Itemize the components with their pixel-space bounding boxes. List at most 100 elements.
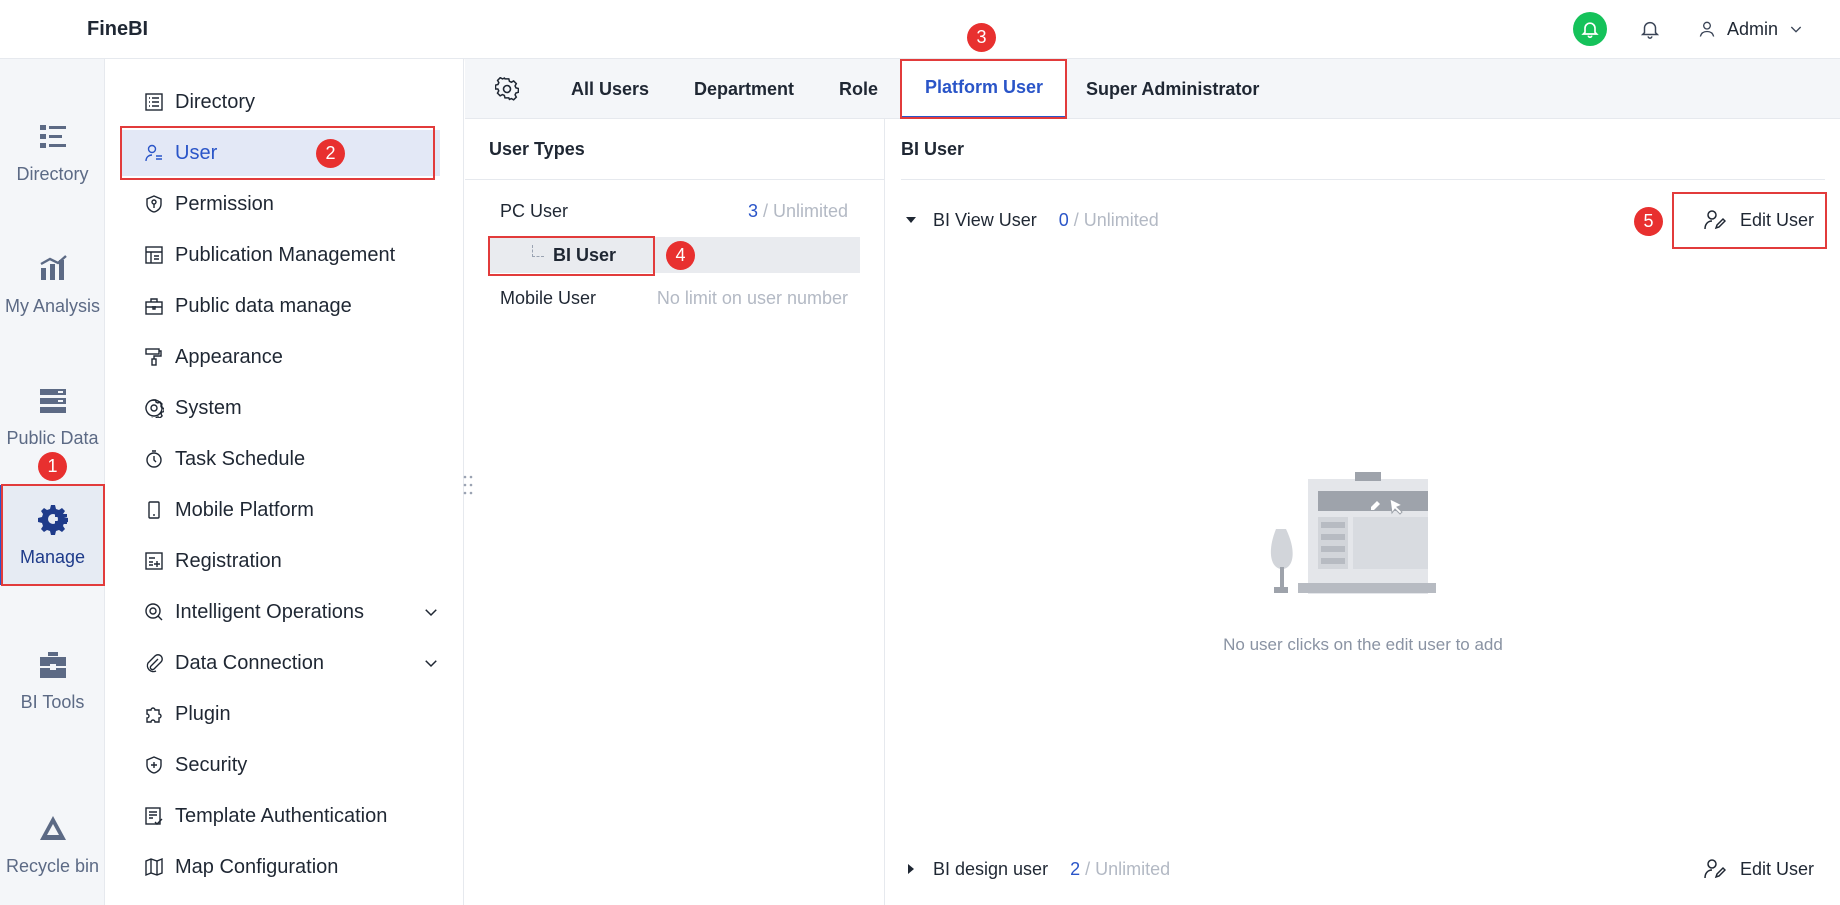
nav-label: User <box>175 141 218 164</box>
rail-label: My Analysis <box>4 295 101 316</box>
manage-icon <box>37 503 69 535</box>
nav-item-data-connection[interactable]: Data Connection <box>120 640 440 686</box>
empty-state-illustration <box>1268 469 1438 614</box>
caret-down-icon[interactable] <box>901 214 921 226</box>
briefcase-icon <box>144 296 164 316</box>
rail-label: BI Tools <box>20 691 85 712</box>
top-right-controls: Admin <box>1572 12 1804 46</box>
nav-item-security[interactable]: Security <box>120 742 440 788</box>
bi-user-panel: BI User BI View User 0 / Unlimited Edit … <box>886 119 1840 905</box>
step-badge: 4 <box>666 241 695 270</box>
rail-label: Recycle bin <box>5 855 100 876</box>
nav-item-permission[interactable]: Permission <box>120 181 440 227</box>
type-label: PC User <box>500 200 569 221</box>
type-label: BI User <box>553 244 617 265</box>
nav-label: Directory <box>175 90 256 113</box>
tab-super-administrator[interactable]: Super Administrator <box>1086 59 1259 119</box>
edit-user-button[interactable]: Edit User <box>1704 202 1825 238</box>
directory-icon <box>38 122 68 152</box>
bi-user-title: BI User <box>901 139 965 159</box>
permission-shield-icon <box>144 194 164 214</box>
nav-item-user[interactable]: User <box>120 130 440 176</box>
admin-label: Admin <box>1726 18 1778 39</box>
rail-item-my-analysis[interactable]: My Analysis <box>0 235 105 335</box>
nav-item-system[interactable]: System <box>120 385 440 431</box>
operations-icon <box>144 602 164 622</box>
nav-label: Intelligent Operations <box>175 600 365 623</box>
tab-department[interactable]: Department <box>694 59 794 119</box>
empty-state-text: No user clicks on the edit user to add <box>1223 635 1503 654</box>
shield-icon <box>144 755 164 775</box>
step-badge: 3 <box>967 23 996 52</box>
nav-item-public-data-manage[interactable]: Public data manage <box>120 283 440 329</box>
pc-user-limit: / Unlimited <box>762 200 848 221</box>
tab-platform-user[interactable]: Platform User <box>902 59 1066 119</box>
edit-user-icon <box>1704 858 1726 880</box>
timer-icon <box>144 449 164 469</box>
template-auth-icon <box>144 806 164 826</box>
tab-all-users[interactable]: All Users <box>571 59 649 119</box>
bell-icon[interactable] <box>1633 12 1667 46</box>
design-user-count: 2 <box>1070 858 1081 879</box>
mobile-icon <box>144 500 164 520</box>
view-user-limit: / Unlimited <box>1073 209 1159 230</box>
user-list-icon <box>144 143 164 163</box>
nav-label: System <box>175 396 242 419</box>
group-bi-view-user: BI View User 0 / Unlimited Edit User <box>901 202 1825 238</box>
type-label: Mobile User <box>500 287 597 308</box>
type-row-mobile-user[interactable]: Mobile User No limit on user number <box>490 280 860 316</box>
paint-roller-icon <box>144 347 164 367</box>
rail-item-manage[interactable]: Manage <box>0 485 105 585</box>
nav-item-appearance[interactable]: Appearance <box>120 334 440 380</box>
nav-item-plugin[interactable]: Plugin <box>120 691 440 737</box>
nav-item-intelligent-operations[interactable]: Intelligent Operations <box>120 589 440 635</box>
edit-user-button[interactable]: Edit User <box>1704 851 1825 887</box>
nav-item-map-configuration[interactable]: Map Configuration <box>120 844 440 890</box>
step-badge: 5 <box>1634 207 1663 236</box>
rail-item-directory[interactable]: Directory <box>0 103 105 203</box>
chevron-down-icon[interactable] <box>422 654 440 672</box>
group-count: 2 / Unlimited <box>1070 859 1170 880</box>
chevron-down-icon[interactable] <box>422 603 440 621</box>
nav-label: Appearance <box>175 345 283 368</box>
tab-role[interactable]: Role <box>839 59 878 119</box>
user-types-title: User Types <box>489 139 585 159</box>
nav-item-directory[interactable]: Directory <box>120 79 440 125</box>
nav-item-task-schedule[interactable]: Task Schedule <box>120 436 440 482</box>
public-data-icon <box>38 386 68 416</box>
nav-item-publication-management[interactable]: Publication Management <box>120 232 440 278</box>
nav-label: Publication Management <box>175 243 396 266</box>
view-user-count: 0 <box>1058 209 1069 230</box>
nav-label: Public data manage <box>175 294 352 317</box>
edit-user-label: Edit User <box>1739 209 1814 230</box>
top-bar: FineBI Admin <box>0 0 1840 59</box>
puzzle-icon <box>144 704 164 724</box>
rail-label: Public Data <box>6 427 99 448</box>
chevron-down-icon <box>1788 21 1804 37</box>
user-menu[interactable]: Admin <box>1697 19 1804 40</box>
group-label: BI design user <box>933 858 1049 879</box>
type-limit-text: No limit on user number <box>656 287 848 308</box>
nav-label: Data Connection <box>175 651 324 674</box>
tree-connector <box>532 245 544 257</box>
step-badge: 2 <box>316 139 345 168</box>
toolbox-icon <box>38 650 68 680</box>
type-row-pc-user[interactable]: PC User 3 / Unlimited <box>490 193 860 229</box>
nav-label: Template Authentication <box>175 804 388 827</box>
drag-handle-icon[interactable] <box>462 473 474 497</box>
rail-item-bi-tools[interactable]: BI Tools <box>0 631 105 731</box>
list-icon <box>144 92 164 112</box>
design-user-limit: / Unlimited <box>1085 858 1171 879</box>
rail-item-recycle-bin[interactable]: Recycle bin <box>0 795 105 895</box>
left-rail: Directory My Analysis Public Data Manage… <box>0 59 105 905</box>
tabs-bar: All Users Department Role Platform User … <box>465 59 1840 119</box>
user-icon <box>1697 19 1717 39</box>
notification-alert-icon[interactable] <box>1572 12 1607 46</box>
caret-right-icon[interactable] <box>901 863 921 875</box>
rail-label: Directory <box>16 163 89 184</box>
nav-item-mobile-platform[interactable]: Mobile Platform <box>120 487 440 533</box>
settings-gear-icon[interactable] <box>495 77 519 101</box>
nav-item-template-authentication[interactable]: Template Authentication <box>120 793 440 839</box>
nav-item-registration[interactable]: Registration <box>120 538 440 584</box>
paperclip-icon <box>144 653 164 673</box>
